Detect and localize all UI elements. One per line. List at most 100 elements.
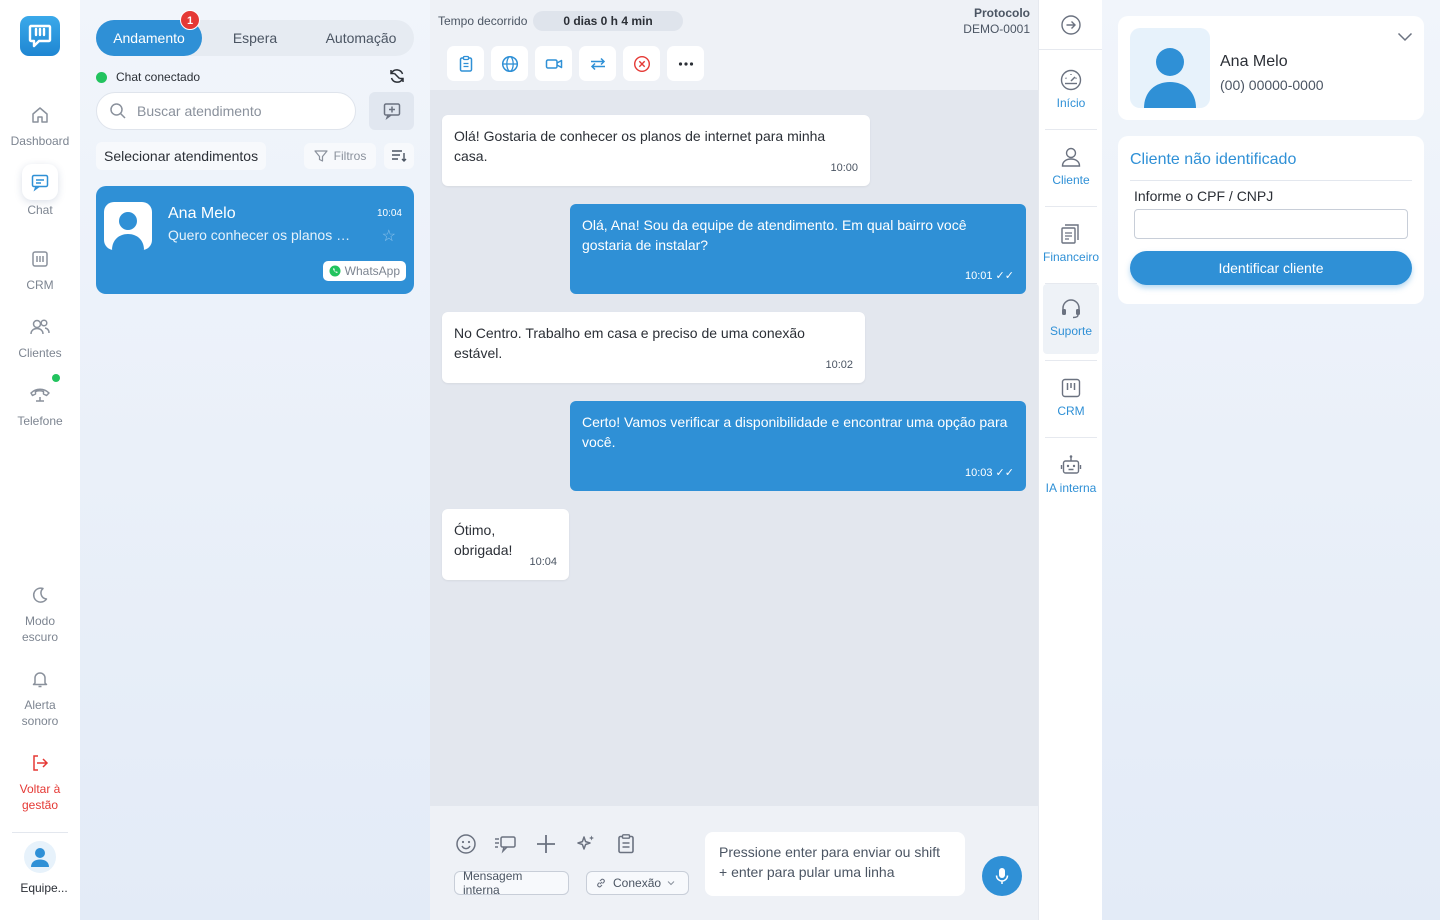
nav-back-label: Voltar à gestão xyxy=(19,782,61,812)
link-icon xyxy=(597,878,605,888)
protocol-value: DEMO-0001 xyxy=(963,22,1030,36)
nav-dark-mode-label: Modo escuro xyxy=(21,614,59,644)
connection-label: Conexão xyxy=(613,876,662,890)
nav-clientes[interactable]: Clientes xyxy=(0,315,80,361)
more-icon xyxy=(678,61,693,66)
tab-espera[interactable]: Espera xyxy=(202,20,308,56)
client-name: Ana Melo xyxy=(1220,53,1288,70)
connection-select[interactable]: Conexão xyxy=(586,871,689,895)
select-conversations-button[interactable]: Selecionar atendimentos xyxy=(96,142,266,170)
sparkles-icon[interactable] xyxy=(574,832,598,856)
rail-crm[interactable]: CRM xyxy=(1043,364,1099,434)
message-time: 10:03 ✓✓ xyxy=(964,467,1014,479)
video-call-button[interactable] xyxy=(535,46,572,81)
moon-icon xyxy=(28,583,52,607)
conversation-card[interactable]: Ana Melo 10:04 Quero conhecer os planos … xyxy=(96,186,414,294)
bell-icon xyxy=(28,667,52,691)
chat-icon xyxy=(22,164,58,200)
message-preview: Quero conhecer os planos d... xyxy=(168,227,354,243)
nav-telefone[interactable]: Telefone xyxy=(0,383,80,429)
protocol-label: Protocolo xyxy=(974,6,1030,20)
status-text: Chat conectado xyxy=(116,70,201,84)
collapse-panel-button[interactable] xyxy=(1039,0,1103,50)
chevron-down-icon[interactable] xyxy=(1396,28,1414,46)
rail-suporte-label: Suporte xyxy=(1049,324,1093,338)
nav-crm[interactable]: CRM xyxy=(0,247,80,293)
rail-inicio[interactable]: Início xyxy=(1043,56,1099,126)
client-card: Ana Melo (00) 00000-0000 xyxy=(1118,16,1424,120)
refresh-icon[interactable] xyxy=(388,67,406,85)
conversation-time: 10:04 xyxy=(376,208,402,219)
sort-icon xyxy=(392,150,407,162)
crm-board-icon xyxy=(1059,376,1083,400)
tab-automacao[interactable]: Automação xyxy=(308,20,414,56)
rail-suporte[interactable]: Suporte xyxy=(1043,284,1099,354)
nav-back-to-management[interactable]: Voltar à gestão xyxy=(0,751,80,813)
rail-cliente-label: Cliente xyxy=(1052,173,1090,187)
message-time: 10:02 xyxy=(825,359,853,371)
message-time: 10:01 ✓✓ xyxy=(964,270,1014,282)
rail-cliente[interactable]: Cliente xyxy=(1043,133,1099,203)
right-rail: Início Cliente Financeiro Suporte CRM IA… xyxy=(1038,0,1103,920)
users-icon xyxy=(28,315,52,339)
user-avatar[interactable] xyxy=(24,841,56,873)
message-bubble: Olá, Ana! Sou da equipe de atendimento. … xyxy=(570,204,1026,294)
transfer-button[interactable] xyxy=(579,46,616,81)
nav-dashboard-label: Dashboard xyxy=(10,134,70,148)
notes-icon[interactable] xyxy=(614,832,638,856)
quick-replies-icon[interactable] xyxy=(493,832,517,856)
filter-button[interactable]: Filtros xyxy=(304,143,376,169)
rail-financeiro[interactable]: Financeiro xyxy=(1043,210,1099,280)
rail-financeiro-label: Financeiro xyxy=(1043,250,1100,264)
nav-crm-label: CRM xyxy=(26,278,54,292)
contact-avatar xyxy=(104,202,152,250)
cpf-label: Informe o CPF / CNPJ xyxy=(1134,188,1274,204)
divider xyxy=(1130,180,1412,181)
nav-dark-mode[interactable]: Modo escuro xyxy=(0,583,80,645)
message-time: 10:04 xyxy=(529,556,557,568)
rail-divider xyxy=(1045,129,1097,130)
contact-name: Ana Melo xyxy=(168,205,236,222)
app-logo[interactable] xyxy=(20,16,60,56)
message-text: Certo! Vamos verificar a disponibilidade… xyxy=(582,414,1008,450)
chat-header: Tempo decorrido 0 dias 0 h 4 min Protoco… xyxy=(430,0,1038,90)
more-options-button[interactable] xyxy=(667,46,704,81)
message-composer: Mensagem interna Conexão xyxy=(430,806,1038,920)
cpf-input[interactable] xyxy=(1134,209,1408,239)
unread-badge: 1 xyxy=(180,10,200,30)
client-avatar xyxy=(1130,28,1210,108)
message-input[interactable] xyxy=(705,832,965,896)
voice-record-button[interactable] xyxy=(982,856,1022,896)
connection-status: Chat conectado xyxy=(96,70,200,84)
client-panel: Ana Melo (00) 00000-0000 Cliente não ide… xyxy=(1102,0,1440,920)
internal-message-button[interactable]: Mensagem interna xyxy=(454,869,569,897)
plus-icon[interactable] xyxy=(534,832,558,856)
person-icon xyxy=(112,212,144,250)
protocol: Protocolo DEMO-0001 xyxy=(963,5,1030,37)
globe-icon xyxy=(501,55,518,72)
chat-area: Tempo decorrido 0 dias 0 h 4 min Protoco… xyxy=(430,0,1038,920)
identify-client-button[interactable]: Identificar cliente xyxy=(1130,251,1412,285)
logo-icon xyxy=(28,24,52,48)
web-button[interactable] xyxy=(491,46,528,81)
identify-client-card: Cliente não identificado Informe o CPF /… xyxy=(1118,136,1424,304)
star-icon[interactable]: ☆ xyxy=(382,226,396,246)
search-input[interactable] xyxy=(137,103,337,119)
nav-dashboard[interactable]: Dashboard xyxy=(0,103,80,149)
message-bubble: Olá! Gostaria de conhecer os planos de i… xyxy=(442,115,870,186)
new-conversation-button[interactable] xyxy=(369,92,414,130)
tabs: Andamento Espera Automação xyxy=(96,20,414,56)
clipboard-button[interactable] xyxy=(447,46,484,81)
emoji-icon[interactable] xyxy=(454,832,478,856)
sort-button[interactable] xyxy=(384,143,414,169)
whatsapp-icon xyxy=(329,265,341,277)
home-icon xyxy=(28,103,52,127)
clipboard-icon xyxy=(459,55,472,72)
nav-sound-alert[interactable]: Alerta sonoro xyxy=(0,667,80,729)
rail-ia-interna[interactable]: IA interna xyxy=(1043,441,1099,511)
nav-divider xyxy=(12,832,68,833)
nav-telefone-label: Telefone xyxy=(17,414,63,428)
close-conversation-button[interactable] xyxy=(623,46,660,81)
nav-chat[interactable]: Chat xyxy=(0,164,80,218)
message-text: No Centro. Trabalho em casa e preciso de… xyxy=(454,325,805,361)
